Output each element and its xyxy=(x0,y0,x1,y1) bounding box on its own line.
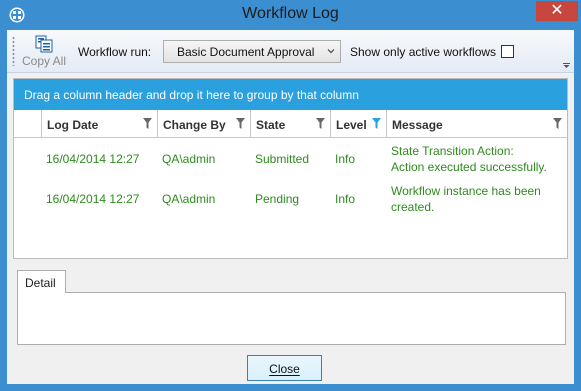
filter-icon[interactable] xyxy=(236,118,245,129)
window-close-button[interactable]: ✕ xyxy=(536,1,578,21)
table-row[interactable]: 16/04/2014 12:27 QA\admin Submitted Info… xyxy=(14,144,567,184)
detail-panel: Detail xyxy=(17,270,566,345)
filter-active-icon[interactable] xyxy=(372,118,381,129)
message-line: State Transition Action: xyxy=(391,144,514,158)
column-label: Change By xyxy=(163,118,226,132)
column-header-message[interactable]: Message xyxy=(386,110,567,138)
chevron-down-icon xyxy=(327,49,335,54)
cell-change-by: QA\admin xyxy=(162,152,216,166)
close-button[interactable]: Close xyxy=(247,355,322,381)
workflow-run-label: Workflow run: xyxy=(78,45,152,59)
workflow-run-select[interactable]: Basic Document Approval xyxy=(163,40,341,63)
active-only-checkbox[interactable] xyxy=(501,45,514,58)
copy-all-button[interactable]: Copy All xyxy=(19,33,69,71)
window-client-area: Copy All Workflow run: Basic Document Ap… xyxy=(7,30,574,384)
message-line: created. xyxy=(391,200,435,214)
cell-level: Info xyxy=(335,192,356,206)
cell-change-by: QA\admin xyxy=(162,192,216,206)
column-label: Log Date xyxy=(47,118,99,132)
column-header-change-by[interactable]: Change By xyxy=(157,110,250,138)
tab-detail[interactable]: Detail xyxy=(17,270,66,293)
cell-level: Info xyxy=(335,152,356,166)
toolbar-overflow-icon[interactable] xyxy=(563,63,570,69)
column-label: State xyxy=(256,118,286,132)
detail-content[interactable] xyxy=(17,292,566,345)
table-row[interactable]: 16/04/2014 12:27 QA\admin Pending Info W… xyxy=(14,184,567,224)
cell-log-date: 16/04/2014 12:27 xyxy=(46,152,140,166)
cell-message: State Transition Action: Action executed… xyxy=(386,143,547,175)
grid-header: Log Date Change By State Level Message xyxy=(14,110,567,138)
copy-icon xyxy=(35,35,53,53)
window-title: Workflow Log xyxy=(242,5,339,22)
filter-icon[interactable] xyxy=(316,118,325,129)
column-header-log-date[interactable]: Log Date xyxy=(41,110,157,138)
cell-log-date: 16/04/2014 12:27 xyxy=(46,192,140,206)
workflow-run-value: Basic Document Approval xyxy=(177,45,315,59)
title-bar[interactable]: Workflow Log ✕ xyxy=(0,0,581,30)
column-label: Message xyxy=(392,118,443,132)
column-header-level[interactable]: Level xyxy=(330,110,386,138)
group-by-panel[interactable]: Drag a column header and drop it here to… xyxy=(14,79,567,110)
filter-icon[interactable] xyxy=(553,118,562,129)
cell-message: Workflow instance has been created. xyxy=(386,183,541,215)
workflow-log-window: Workflow Log ✕ Copy All Workflow run: Ba… xyxy=(0,0,581,391)
cell-state: Pending xyxy=(255,192,300,206)
column-header-state[interactable]: State xyxy=(250,110,330,138)
message-line: Action executed successfully. xyxy=(391,160,547,174)
filter-icon[interactable] xyxy=(143,118,152,129)
column-label: Level xyxy=(336,118,367,132)
close-button-label: Close xyxy=(269,362,300,376)
toolbar-grip[interactable] xyxy=(12,36,15,66)
message-line: Workflow instance has been xyxy=(391,184,541,198)
cell-state: Submitted xyxy=(255,152,310,166)
workflow-log-grid: Drag a column header and drop it here to… xyxy=(13,78,568,259)
copy-all-label: Copy All xyxy=(21,54,67,68)
toolbar: Copy All Workflow run: Basic Document Ap… xyxy=(7,30,574,73)
group-by-hint: Drag a column header and drop it here to… xyxy=(24,88,359,102)
active-only-label: Show only active workflows xyxy=(350,45,497,59)
